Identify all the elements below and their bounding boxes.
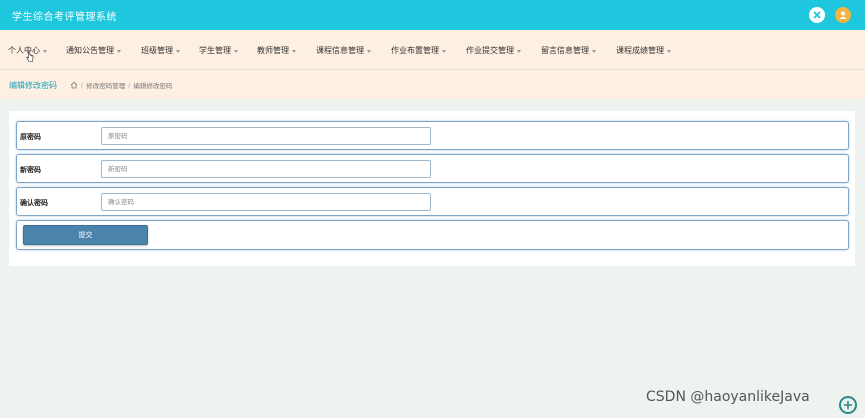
chevron-down-icon (442, 49, 446, 53)
mouse-cursor-icon (26, 51, 34, 62)
nav-item-label: 通知公告管理 (66, 46, 114, 55)
chevron-down-icon (667, 49, 671, 53)
nav-item-label: 作业布置管理 (391, 46, 439, 55)
chevron-down-icon (234, 49, 238, 53)
nav-item-grade-management[interactable]: 课程成绩管理 (616, 45, 671, 56)
nav-item-label: 学生管理 (199, 46, 231, 55)
nav-item-student-management[interactable]: 学生管理 (199, 45, 238, 56)
chevron-down-icon (292, 49, 296, 53)
chevron-down-icon (176, 49, 180, 53)
new-password-input[interactable] (101, 160, 431, 178)
nav-item-message-management[interactable]: 留言信息管理 (541, 45, 596, 56)
breadcrumb-separator: / (128, 81, 131, 89)
breadcrumb-separator: / (81, 81, 84, 89)
chevron-down-icon (117, 49, 121, 53)
nav-item-class-management[interactable]: 班级管理 (141, 45, 180, 56)
old-password-input[interactable] (101, 127, 431, 145)
breadcrumb-item: 编辑修改密码 (133, 82, 173, 90)
top-bar: 学生综合考评管理系统 (0, 0, 865, 30)
old-password-label: 原密码 (20, 133, 41, 141)
new-password-row: 新密码 (16, 154, 849, 183)
plus-icon[interactable] (839, 396, 857, 414)
nav-item-homework-assign[interactable]: 作业布置管理 (391, 45, 446, 56)
watermark: CSDN @haoyanlikeJava (646, 389, 810, 405)
confirm-password-row: 确认密码 (16, 187, 849, 216)
nav-item-label: 课程信息管理 (316, 46, 364, 55)
chevron-down-icon (592, 49, 596, 53)
nav-item-teacher-management[interactable]: 教师管理 (257, 45, 296, 56)
user-avatar-icon[interactable] (835, 7, 851, 23)
app-title: 学生综合考评管理系统 (12, 12, 117, 23)
nav-item-label: 课程成绩管理 (616, 46, 664, 55)
nav-item-label: 作业提交管理 (466, 46, 514, 55)
nav-item-homework-submit[interactable]: 作业提交管理 (466, 45, 521, 56)
nav-item-course-management[interactable]: 课程信息管理 (316, 45, 371, 56)
breadcrumb-item[interactable]: 修改密码管理 (86, 80, 125, 90)
submit-row: 提交 (16, 220, 849, 250)
old-password-row: 原密码 (16, 121, 849, 150)
nav-item-label: 留言信息管理 (541, 46, 589, 55)
close-icon[interactable] (809, 7, 825, 23)
chevron-down-icon (517, 49, 521, 53)
nav-item-label: 个人中心 (8, 46, 40, 55)
confirm-password-label: 确认密码 (20, 199, 48, 207)
nav-item-label: 教师管理 (257, 46, 289, 55)
nav-item-label: 班级管理 (141, 46, 173, 55)
main-nav: 个人中心 通知公告管理 班级管理 学生管理 教师管理 课程信息管理 作业布置管理… (0, 30, 865, 70)
submit-button[interactable]: 提交 (23, 225, 148, 245)
new-password-label: 新密码 (20, 166, 41, 174)
page-title: 编辑修改密码 (9, 81, 57, 90)
chevron-down-icon (43, 49, 47, 53)
home-icon[interactable] (70, 81, 78, 89)
nav-item-notice-management[interactable]: 通知公告管理 (66, 45, 121, 56)
confirm-password-input[interactable] (101, 193, 431, 211)
chevron-down-icon (367, 49, 371, 53)
breadcrumb: / 修改密码管理 / 编辑修改密码 (70, 80, 172, 90)
breadcrumb-bar: 编辑修改密码 / 修改密码管理 / 编辑修改密码 (0, 71, 865, 99)
